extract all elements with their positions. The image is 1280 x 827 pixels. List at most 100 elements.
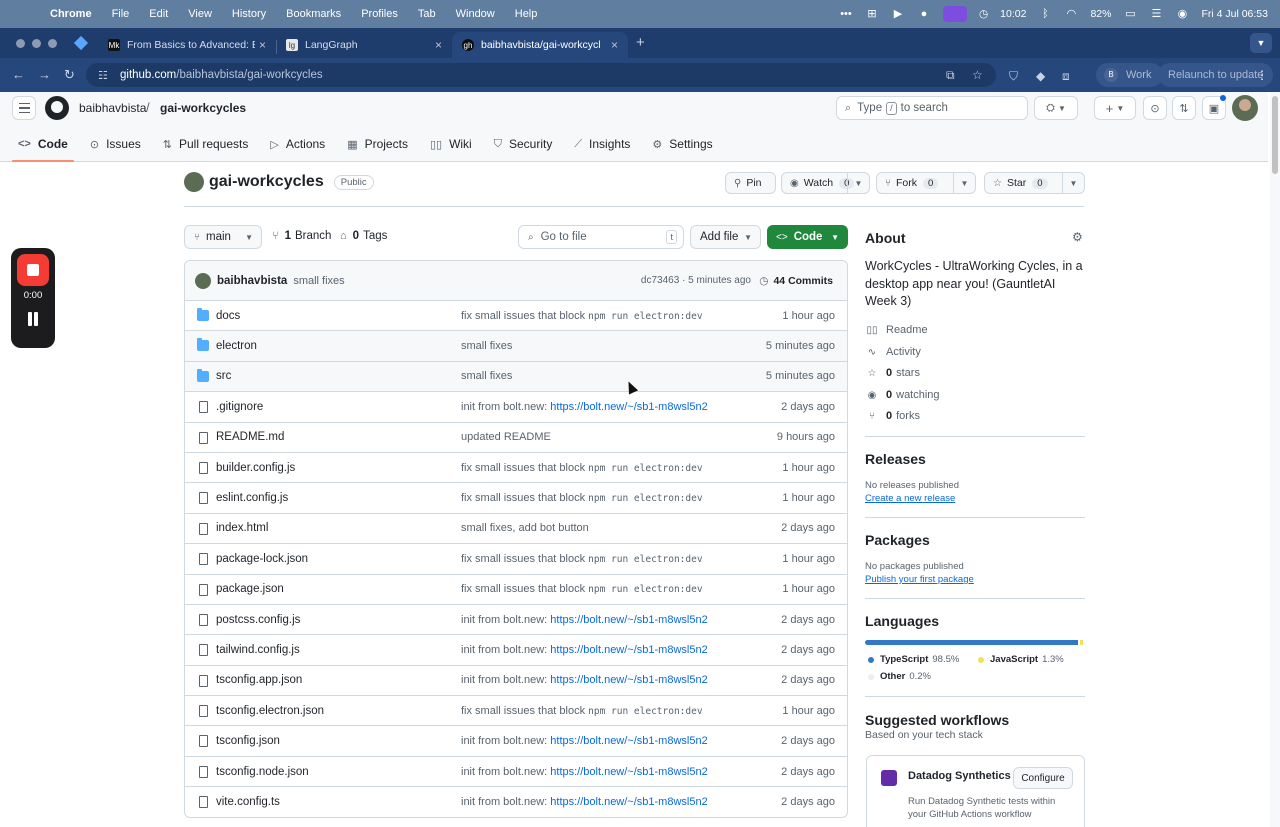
star-button[interactable]: ☆ Star 0 ▼ xyxy=(984,172,1085,194)
menu-bookmarks[interactable]: Bookmarks xyxy=(286,8,341,20)
file-name-link[interactable]: README.md xyxy=(216,431,284,443)
close-tab-icon[interactable]: × xyxy=(259,38,266,52)
table-row[interactable]: builder.config.js fix small issues that b… xyxy=(185,453,847,484)
language-javascript[interactable]: JavaScript 1.3% xyxy=(978,654,1064,665)
pinned-tab[interactable] xyxy=(73,35,89,51)
chevron-down-icon[interactable]: ▼ xyxy=(847,173,869,193)
branches-link[interactable]: ⑂ 1 Branch xyxy=(272,230,331,242)
create-release-link[interactable]: Create a new release xyxy=(865,493,955,504)
extensions-puzzle-icon[interactable]: ⧈ xyxy=(1062,69,1070,84)
table-row[interactable]: docs fix small issues that block npm run … xyxy=(185,301,847,332)
wifi-icon[interactable]: ◠ xyxy=(1064,7,1078,21)
file-commit-message[interactable]: fix small issues that block npm run elec… xyxy=(461,705,703,717)
file-commit-age[interactable]: 1 hour ago xyxy=(782,705,835,717)
watch-button[interactable]: ◉ Watch 0 ▼ xyxy=(781,172,870,194)
forward-icon[interactable]: → xyxy=(38,67,51,82)
pull-requests-button[interactable]: ⇅ xyxy=(1172,96,1196,120)
commit-author-avatar[interactable] xyxy=(195,272,211,289)
file-commit-message[interactable]: init from bolt.new: https://bolt.new/~/s… xyxy=(461,674,708,686)
apple-icon[interactable] xyxy=(14,7,26,21)
file-commit-age[interactable]: 2 days ago xyxy=(781,614,835,626)
file-name-link[interactable]: tsconfig.json xyxy=(216,735,280,747)
file-commit-message[interactable]: small fixes xyxy=(461,340,512,352)
file-commit-age[interactable]: 2 days ago xyxy=(781,735,835,747)
file-name-link[interactable]: eslint.config.js xyxy=(216,492,288,504)
chrome-menu-icon[interactable]: ⋮ xyxy=(1256,68,1268,82)
reload-icon[interactable]: ↻ xyxy=(64,67,75,83)
gear-icon[interactable]: ⚙ xyxy=(1072,230,1083,244)
owner-avatar[interactable] xyxy=(184,172,204,192)
tab-issues[interactable]: ⊙ Issues xyxy=(82,130,149,158)
timer-icon[interactable]: ◷ xyxy=(979,8,988,20)
copilot-button[interactable]: ⛭ ▼ xyxy=(1034,96,1078,120)
address-bar[interactable]: ☷ github.com/baibhavbista/gai-workcycles… xyxy=(86,63,996,87)
commit-message-link[interactable]: https://bolt.new/~/sb1-m8wsl5n2 xyxy=(550,644,707,656)
menu-help[interactable]: Help xyxy=(515,8,538,20)
file-name-link[interactable]: electron xyxy=(216,340,257,352)
chevron-down-icon[interactable]: ▼ xyxy=(953,173,975,193)
table-row[interactable]: tsconfig.json init from bolt.new: https:/… xyxy=(185,726,847,757)
commits-link[interactable]: ◷ 44 Commits xyxy=(759,275,833,287)
file-commit-age[interactable]: 2 days ago xyxy=(781,644,835,656)
zoom-window-icon[interactable] xyxy=(48,39,57,48)
table-row[interactable]: electron small fixes 5 minutes ago xyxy=(185,331,847,362)
activity-link[interactable]: ∿ Activity xyxy=(865,346,921,358)
stars-link[interactable]: ☆ 0 stars xyxy=(865,367,920,379)
file-commit-age[interactable]: 2 days ago xyxy=(781,766,835,778)
siri-icon[interactable]: ◉ xyxy=(1175,7,1189,21)
breadcrumb-repo[interactable]: gai-workcycles xyxy=(160,101,246,115)
file-commit-age[interactable]: 2 days ago xyxy=(781,522,835,534)
file-commit-message[interactable]: init from bolt.new: https://bolt.new/~/s… xyxy=(461,401,708,413)
menu-view[interactable]: View xyxy=(188,8,212,20)
table-row[interactable]: postcss.config.js init from bolt.new: htt… xyxy=(185,605,847,636)
table-row[interactable]: package-lock.json fix small issues that b… xyxy=(185,544,847,575)
file-commit-age[interactable]: 1 hour ago xyxy=(782,492,835,504)
add-file-button[interactable]: Add file ▼ xyxy=(690,225,761,249)
tags-link[interactable]: ⌂ 0 Tags xyxy=(340,230,387,242)
menu-file[interactable]: File xyxy=(112,8,130,20)
extension-gem-icon[interactable]: ◆ xyxy=(1036,69,1045,83)
screen-mirroring-icon[interactable] xyxy=(942,6,967,22)
file-commit-age[interactable]: 1 hour ago xyxy=(782,583,835,595)
file-commit-age[interactable]: 2 days ago xyxy=(781,401,835,413)
bookmark-star-icon[interactable]: ☆ xyxy=(972,68,983,82)
tab-code[interactable]: <> Code xyxy=(10,130,76,162)
file-name-link[interactable]: tsconfig.app.json xyxy=(216,674,302,686)
file-commit-age[interactable]: 1 hour ago xyxy=(782,553,835,565)
table-row[interactable]: eslint.config.js fix small issues that bl… xyxy=(185,483,847,514)
file-commit-message[interactable]: init from bolt.new: https://bolt.new/~/s… xyxy=(461,735,708,747)
commit-message-link[interactable]: https://bolt.new/~/sb1-m8wsl5n2 xyxy=(550,766,707,778)
close-window-icon[interactable] xyxy=(16,39,25,48)
commit-author[interactable]: baibhavbista xyxy=(217,275,287,287)
commit-hash-time[interactable]: dc73463 · 5 minutes ago xyxy=(641,275,751,286)
file-name-link[interactable]: .gitignore xyxy=(216,401,263,413)
file-commit-message[interactable]: small fixes, add bot button xyxy=(461,522,589,534)
file-commit-message[interactable]: init from bolt.new: https://bolt.new/~/s… xyxy=(461,766,708,778)
menubar-clock[interactable]: Fri 4 Jul 06:53 xyxy=(1201,8,1268,20)
table-row[interactable]: vite.config.ts init from bolt.new: https:… xyxy=(185,787,847,817)
language-typescript[interactable]: TypeScript 98.5% xyxy=(868,654,959,665)
commit-message-link[interactable]: https://bolt.new/~/sb1-m8wsl5n2 xyxy=(550,614,707,626)
file-commit-message[interactable]: fix small issues that block npm run elec… xyxy=(461,462,703,474)
app-status-icon[interactable]: ● xyxy=(917,7,931,21)
file-name-link[interactable]: tailwind.config.js xyxy=(216,644,300,656)
url-text[interactable]: github.com/baibhavbista/gai-workcycles xyxy=(120,69,323,81)
file-commit-message[interactable]: fix small issues that block npm run elec… xyxy=(461,583,703,595)
file-name-link[interactable]: builder.config.js xyxy=(216,462,295,474)
file-name-link[interactable]: index.html xyxy=(216,522,268,534)
breadcrumb-owner[interactable]: baibhavbista xyxy=(79,101,146,115)
code-button[interactable]: <> Code ▼ xyxy=(767,225,848,249)
control-center-icon[interactable]: ☰ xyxy=(1149,7,1163,21)
file-name-link[interactable]: postcss.config.js xyxy=(216,614,300,626)
tab-search-icon[interactable]: ▼ xyxy=(1250,33,1272,53)
file-name-link[interactable]: tsconfig.electron.json xyxy=(216,705,324,717)
global-search-input[interactable]: ⌕ Type / to search xyxy=(836,96,1028,120)
close-tab-icon[interactable]: × xyxy=(611,38,618,52)
table-row[interactable]: index.html small fixes, add bot button 2 d… xyxy=(185,514,847,545)
repo-name[interactable]: gai-workcycles xyxy=(209,173,324,191)
tab-actions[interactable]: ▷ Actions xyxy=(262,130,333,158)
file-name-link[interactable]: src xyxy=(216,370,231,382)
readme-link[interactable]: ▯▯ Readme xyxy=(865,324,927,336)
branch-selector[interactable]: ⑂ main ▼ xyxy=(184,225,262,249)
pin-button[interactable]: ⚲ Pin xyxy=(725,172,776,194)
